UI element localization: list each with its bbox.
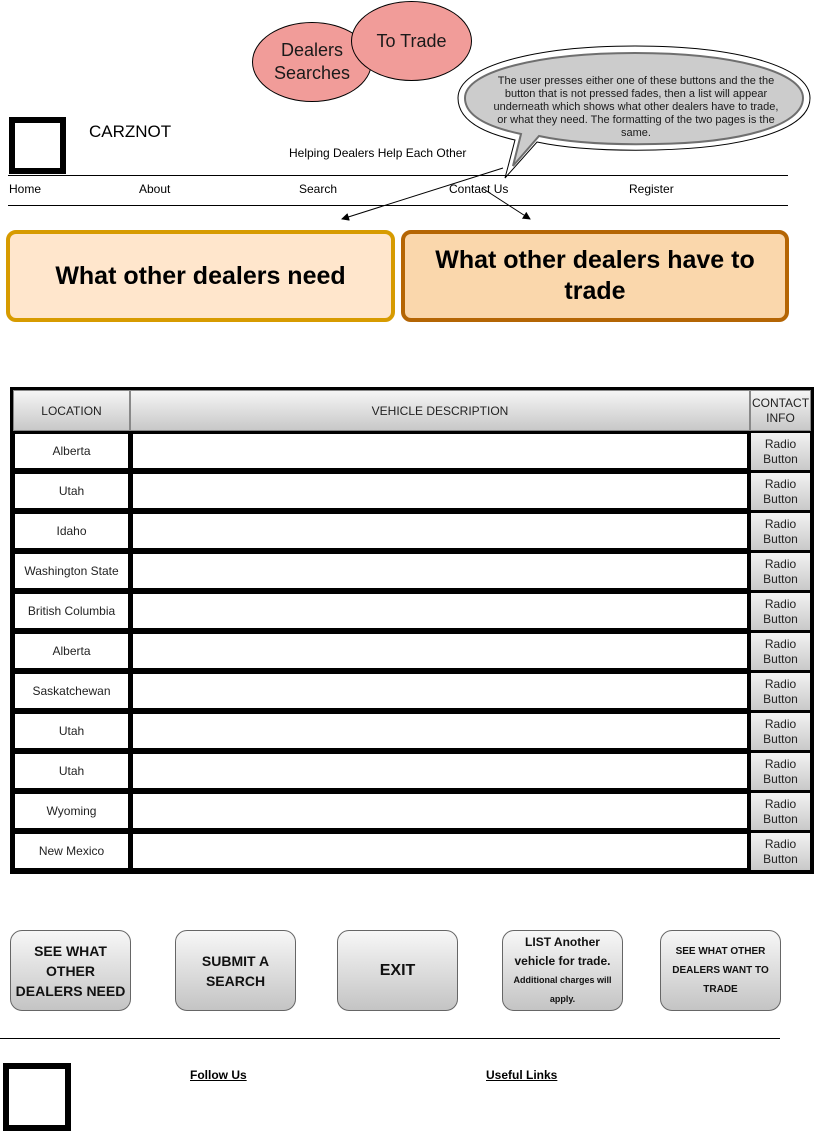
submit-search-label: SUBMIT A SEARCH (201, 952, 270, 989)
table-row-description (133, 634, 747, 668)
header-location: LOCATION (13, 390, 130, 431)
table-row-description (133, 674, 747, 708)
table-row-description (133, 514, 747, 548)
contact-radio-button[interactable]: Radio Button (751, 833, 810, 870)
see-dealers-need-button[interactable]: SEE WHAT OTHER DEALERS NEED (10, 930, 131, 1011)
contact-radio-button[interactable]: Radio Button (751, 753, 810, 790)
table-row-description (133, 434, 747, 468)
table-row-location: New Mexico (15, 834, 128, 868)
header-contact-info: CONTACT INFO (750, 390, 811, 431)
list-vehicle-label: LIST Another vehicle for trade. (514, 934, 611, 968)
submit-search-button[interactable]: SUBMIT A SEARCH (175, 930, 296, 1011)
footer-divider (0, 1038, 780, 1039)
what-dealers-have-to-trade-button[interactable]: What other dealers have to trade (401, 230, 789, 322)
what-dealers-need-label: What other dealers need (55, 261, 346, 290)
contact-radio-button[interactable]: Radio Button (751, 433, 810, 470)
contact-radio-button[interactable]: Radio Button (751, 793, 810, 830)
table-row-location: Saskatchewan (15, 674, 128, 708)
see-dealers-trade-button[interactable]: SEE WHAT OTHER DEALERS WANT TO TRADE (660, 930, 781, 1011)
contact-radio-button[interactable]: Radio Button (751, 633, 810, 670)
see-dealers-trade-label: SEE WHAT OTHER DEALERS WANT TO TRADE (672, 946, 769, 995)
table-row-description (133, 794, 747, 828)
callout-arrows (341, 167, 531, 221)
see-dealers-need-label: SEE WHAT OTHER DEALERS NEED (15, 942, 126, 999)
contact-radio-button[interactable]: Radio Button (751, 713, 810, 750)
follow-us-link[interactable]: Follow Us (190, 1068, 247, 1082)
table-row-location: Utah (15, 474, 128, 508)
contact-radio-button[interactable]: Radio Button (751, 593, 810, 630)
contact-radio-button[interactable]: Radio Button (751, 473, 810, 510)
exit-label: EXIT (379, 961, 416, 979)
table-row-description (133, 474, 747, 508)
table-row-location: Wyoming (15, 794, 128, 828)
contact-radio-button[interactable]: Radio Button (751, 673, 810, 710)
list-vehicle-button[interactable]: LIST Another vehicle for trade. Addition… (502, 930, 623, 1011)
dealer-table: LOCATION VEHICLE DESCRIPTION CONTACT INF… (10, 387, 814, 874)
table-row-location: Alberta (15, 634, 128, 668)
table-row-location: British Columbia (15, 594, 128, 628)
table-row-location: Utah (15, 714, 128, 748)
table-row-location: Alberta (15, 434, 128, 468)
table-row-description (133, 754, 747, 788)
useful-links-link[interactable]: Useful Links (486, 1068, 557, 1082)
what-dealers-have-to-trade-label: What other dealers have to trade (435, 246, 755, 305)
table-row-location: Idaho (15, 514, 128, 548)
what-dealers-need-button[interactable]: What other dealers need (6, 230, 395, 322)
table-row-description (133, 714, 747, 748)
table-row-description (133, 554, 747, 588)
footer-logo (3, 1063, 71, 1131)
table-row-description (133, 834, 747, 868)
contact-radio-button[interactable]: Radio Button (751, 513, 810, 550)
header-vehicle-description: VEHICLE DESCRIPTION (130, 390, 750, 431)
list-vehicle-note: Additional charges will apply. (513, 974, 612, 1004)
table-row-location: Utah (15, 754, 128, 788)
contact-radio-button[interactable]: Radio Button (751, 553, 810, 590)
table-row-description (133, 594, 747, 628)
exit-button[interactable]: EXIT (337, 930, 458, 1011)
table-row-location: Washington State (15, 554, 128, 588)
